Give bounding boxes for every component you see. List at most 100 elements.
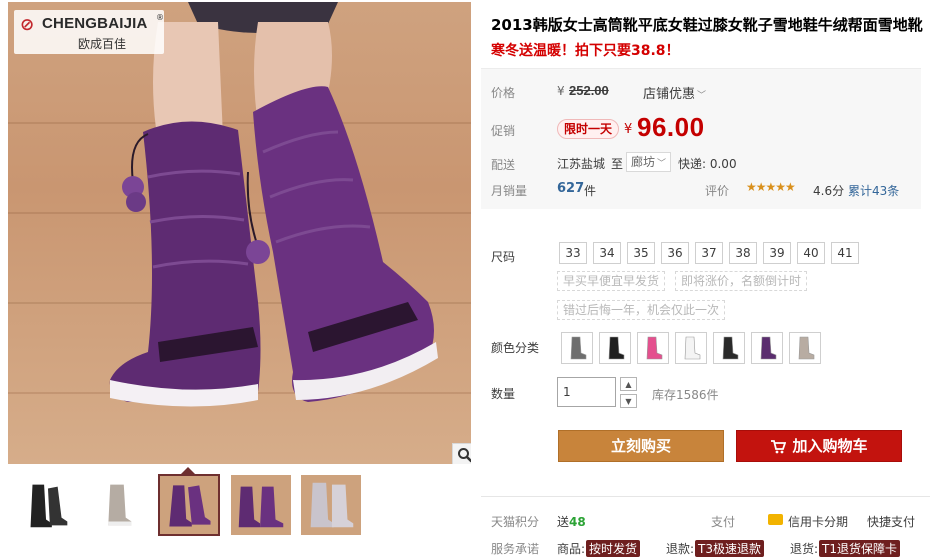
magnifier-icon — [458, 448, 471, 463]
quantity-input[interactable] — [557, 377, 616, 407]
size-option-41[interactable]: 41 — [831, 242, 859, 264]
quantity-increase-button[interactable]: ▲ — [620, 377, 637, 391]
thumbnail-5[interactable] — [300, 474, 362, 536]
pompom — [126, 192, 146, 212]
service-tag: T3极速退款 — [695, 540, 765, 557]
quantity-label: 数量 — [491, 387, 516, 401]
right-boot — [253, 86, 434, 403]
size-option-39[interactable]: 39 — [763, 242, 791, 264]
chevron-down-icon: ▼ — [625, 396, 632, 406]
points-prefix: 送 — [557, 515, 570, 529]
boot-icon — [722, 336, 739, 360]
quick-pay-link[interactable]: 快捷支付 — [867, 513, 915, 530]
chevron-up-icon: ▲ — [625, 379, 632, 389]
active-thumb-indicator — [181, 467, 195, 474]
price-panel: 价格 ¥ 252.00 店铺优惠 ﹀ 促销 限时一天 ¥ 96.00 配送 江苏盐… — [481, 68, 921, 209]
monthly-sales-label: 月销量 — [491, 184, 528, 198]
size-option-34[interactable]: 34 — [593, 242, 621, 264]
store-discount-dropdown[interactable]: 店铺优惠 ﹀ — [643, 83, 706, 102]
size-option-38[interactable]: 38 — [729, 242, 757, 264]
store-discount-label: 店铺优惠 — [643, 87, 696, 102]
service-item-shipping: 商品: 按时发货 — [557, 540, 641, 557]
rating-label: 评价 — [705, 184, 730, 198]
color-label: 颜色分类 — [491, 341, 540, 355]
boot-icon — [570, 336, 587, 360]
color-swatch-gray[interactable] — [561, 332, 593, 364]
buy-now-button[interactable]: 立刻购买 — [558, 430, 724, 462]
thumbnail-1[interactable] — [16, 474, 78, 536]
thumbnail-strip — [8, 474, 471, 540]
service-prefix: 退款: — [666, 542, 695, 556]
color-swatch-black-low[interactable] — [713, 332, 745, 364]
size-option-35[interactable]: 35 — [627, 242, 655, 264]
service-prefix: 退货: — [790, 542, 819, 556]
divider — [481, 496, 930, 497]
payment-label: 支付 — [711, 515, 736, 529]
ship-destination-label: 廊坊 — [631, 155, 656, 169]
ship-destination-select[interactable]: 廊坊 ﹀ — [626, 152, 672, 172]
size-note: 早买早便宜早发货 — [557, 271, 666, 291]
size-option-36[interactable]: 36 — [661, 242, 689, 264]
color-swatch-purple[interactable] — [751, 332, 783, 364]
zoom-button[interactable] — [452, 443, 471, 464]
quantity-decrease-button[interactable]: ▼ — [620, 394, 637, 408]
brand-logo: ⊘ CHENGBAIJIA ® 欧成百佳 — [14, 10, 164, 54]
review-count-link[interactable]: 累计43条 — [848, 182, 899, 199]
size-note: 即将涨价，名额倒计时 — [675, 271, 808, 291]
promo-currency-symbol: ¥ — [624, 122, 633, 137]
product-subtitle: 寒冬送温暖！拍下只要38.8！ — [491, 43, 680, 59]
promo-badge: 限时一天 — [557, 119, 620, 139]
cart-icon — [771, 439, 787, 453]
color-swatch-beige[interactable] — [789, 332, 821, 364]
color-swatch-pink[interactable] — [637, 332, 669, 364]
boot-icon — [798, 336, 815, 360]
chevron-down-icon: ﹀ — [657, 159, 667, 169]
thumbnail-4[interactable] — [230, 474, 292, 536]
boot-icon — [646, 336, 663, 360]
pompom — [246, 240, 270, 264]
service-prefix: 商品: — [557, 542, 586, 556]
thumbnail-silver-boots — [301, 475, 361, 535]
thumbnail-2[interactable] — [86, 474, 148, 536]
price-label: 价格 — [491, 86, 516, 100]
size-option-40[interactable]: 40 — [797, 242, 825, 264]
product-title: 2013韩版女士高筒靴平底女鞋过膝女靴子雪地鞋牛绒帮面雪地靴 — [491, 16, 923, 34]
size-label: 尺码 — [491, 250, 516, 264]
rating-stars-icon: ★★★★★ — [746, 180, 796, 194]
credit-installment-link[interactable]: 信用卡分期 — [788, 513, 848, 530]
main-product-photo — [109, 2, 438, 407]
brand-name: CHENGBAIJIA — [42, 15, 148, 32]
original-price: 252.00 — [569, 83, 609, 98]
brand-mark-icon: ⊘ — [20, 15, 35, 35]
color-swatch-white[interactable] — [675, 332, 707, 364]
boot-icon — [608, 336, 625, 360]
stock-count: 库存1586件 — [652, 388, 719, 402]
credit-card-icon — [768, 514, 783, 525]
chevron-down-icon: ﹀ — [697, 91, 707, 101]
promo-label: 促销 — [491, 124, 516, 138]
service-item-return: 退货: T1退货保障卡 — [790, 540, 901, 557]
thumbnail-black-boots — [30, 484, 68, 528]
thumbnail-beige-boots — [108, 484, 132, 526]
ship-to-word: 至 — [611, 157, 624, 171]
size-option-37[interactable]: 37 — [695, 242, 723, 264]
size-note: 错过后悔一年，机会仅此一次 — [557, 300, 726, 320]
thumbnail-3[interactable] — [158, 474, 220, 536]
thumbnail-purple-boots — [160, 476, 218, 534]
size-option-33[interactable]: 33 — [559, 242, 587, 264]
add-to-cart-label: 加入购物车 — [792, 437, 868, 455]
service-tag: 按时发货 — [586, 540, 641, 557]
monthly-sales-count: 627 — [557, 181, 585, 196]
boot-icon — [684, 336, 701, 360]
shipping-fee: 快递: 0.00 — [678, 157, 737, 171]
registered-mark: ® — [156, 13, 164, 22]
product-image-panel: ⊘ CHENGBAIJIA ® 欧成百佳 — [8, 2, 471, 464]
thumbnail-purple-boots-side — [231, 475, 291, 535]
brand-chinese-name: 欧成百佳 — [78, 37, 127, 51]
promo-price: 96.00 — [637, 112, 705, 142]
points-label: 天猫积分 — [491, 515, 540, 529]
add-to-cart-button[interactable]: 加入购物车 — [736, 430, 902, 462]
points-value: 送48 — [557, 513, 586, 530]
color-swatch-black[interactable] — [599, 332, 631, 364]
ship-from: 江苏盐城 — [557, 157, 606, 171]
